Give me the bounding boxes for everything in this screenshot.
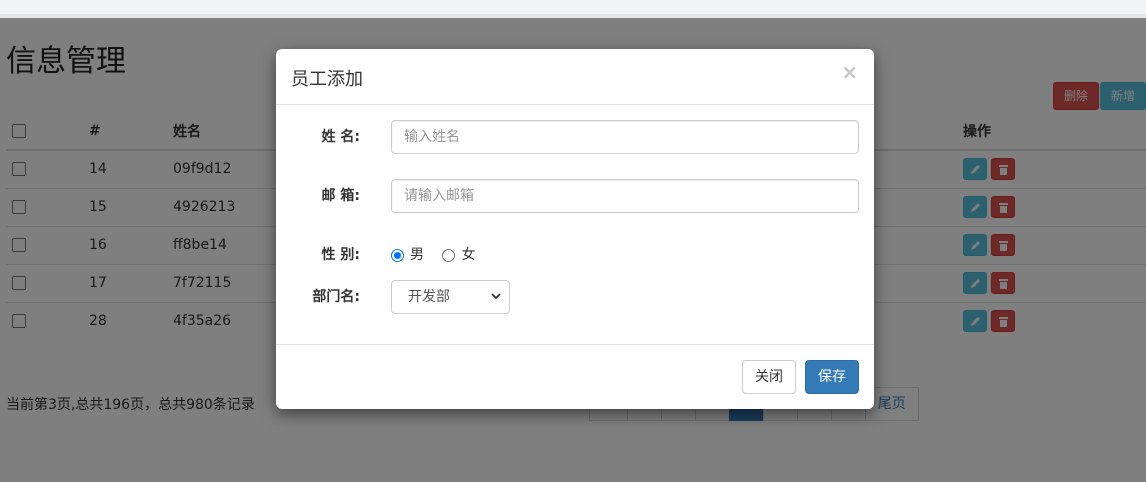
browser-top-bar bbox=[0, 0, 1146, 18]
name-label: 姓 名: bbox=[321, 129, 360, 145]
gender-male-radio[interactable] bbox=[391, 248, 404, 262]
form-row-email: 邮 箱: bbox=[276, 179, 874, 215]
save-button[interactable]: 保存 bbox=[805, 360, 859, 394]
email-input[interactable] bbox=[391, 179, 859, 213]
close-button[interactable]: 关闭 bbox=[742, 360, 796, 394]
form-row-gender: 性 别: 男 女 bbox=[276, 238, 874, 274]
modal-title: 员工添加 bbox=[291, 69, 363, 90]
email-label: 邮 箱: bbox=[321, 188, 360, 204]
name-input[interactable] bbox=[391, 120, 859, 154]
gender-radio-group: 男 女 bbox=[391, 238, 489, 272]
gender-male-label[interactable]: 男 bbox=[410, 247, 424, 263]
chevron-down-icon bbox=[491, 293, 501, 300]
add-employee-modal: 员工添加 × 姓 名: 邮 箱: 性 别: 男 女 部门名: 开发部 关闭 保存 bbox=[276, 49, 874, 409]
department-select[interactable]: 开发部 bbox=[391, 280, 510, 314]
form-row-name: 姓 名: bbox=[276, 120, 874, 156]
form-row-department: 部门名: 开发部 bbox=[276, 280, 874, 316]
modal-footer: 关闭 保存 bbox=[276, 344, 874, 409]
modal-header: 员工添加 × bbox=[276, 49, 874, 105]
department-label: 部门名: bbox=[312, 289, 360, 305]
gender-female-label[interactable]: 女 bbox=[461, 247, 475, 263]
gender-label: 性 别: bbox=[321, 247, 360, 263]
close-icon[interactable]: × bbox=[841, 61, 858, 83]
gender-female-radio[interactable] bbox=[442, 248, 456, 262]
department-selected-value: 开发部 bbox=[408, 289, 450, 305]
